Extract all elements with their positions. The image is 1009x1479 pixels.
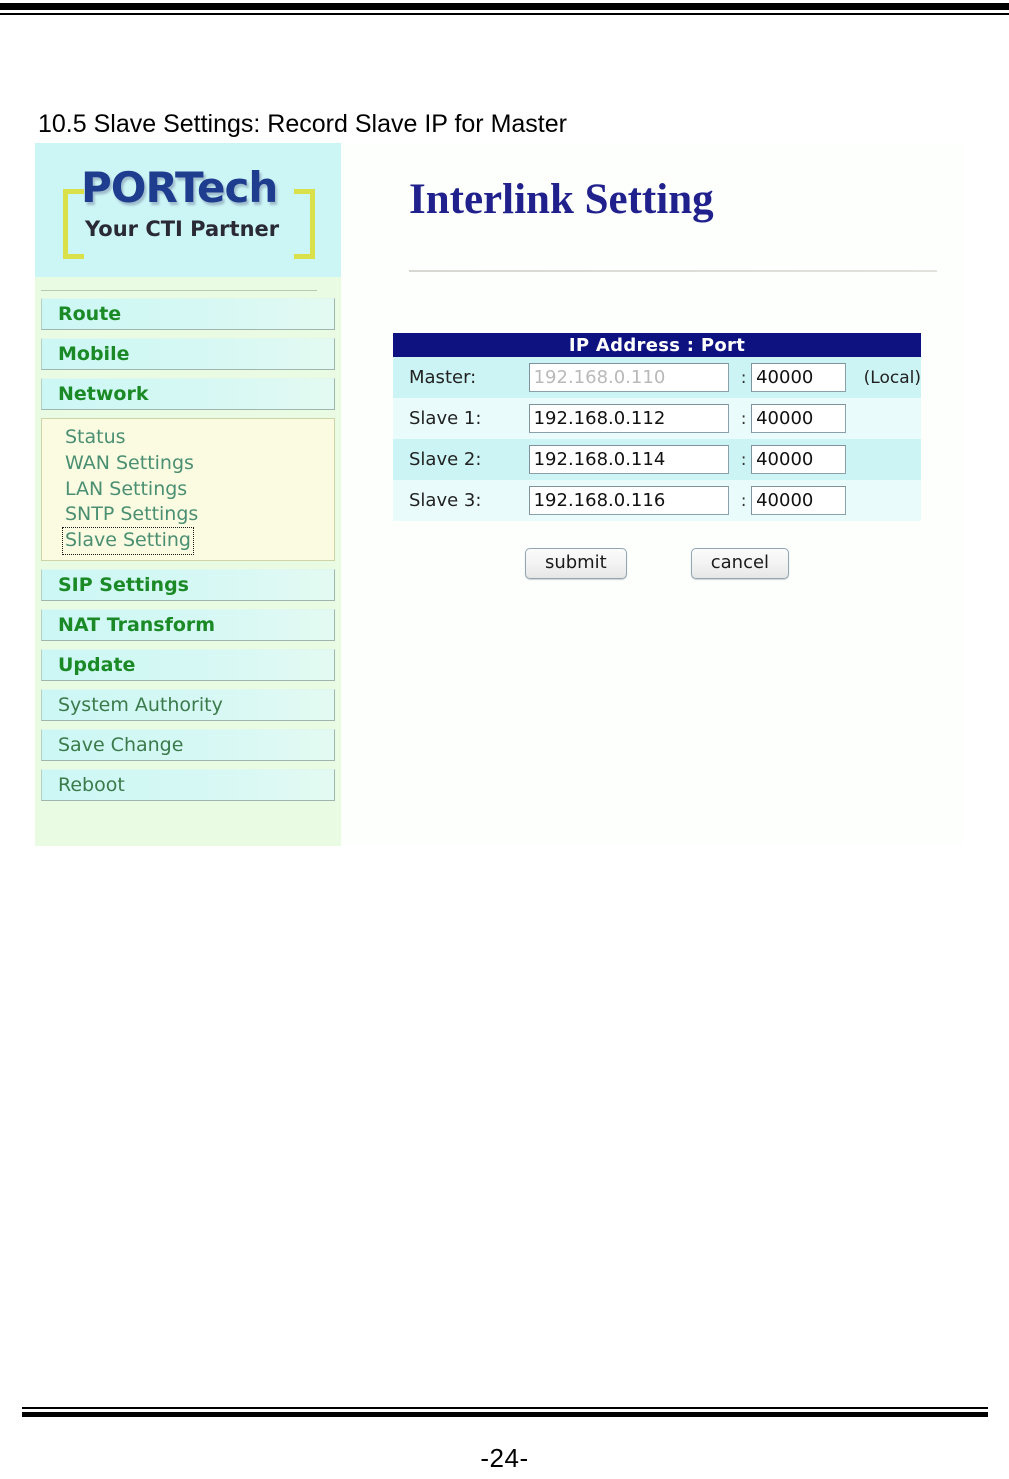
submenu-item-label: SNTP Settings bbox=[65, 503, 199, 526]
page-bottom-rule-thin bbox=[22, 1407, 988, 1409]
interlink-table: IP Address : Port Master: 192.168.0.110 … bbox=[393, 333, 921, 521]
sidebar-item-label: System Authority bbox=[58, 693, 223, 716]
slave3-port-input[interactable]: 40000 bbox=[751, 486, 847, 515]
row-note bbox=[853, 480, 921, 521]
colon-separator: : bbox=[736, 357, 752, 398]
sidebar-item-route[interactable]: Route bbox=[41, 298, 335, 330]
sidebar-menu: Route Mobile Network Status WAN Settings… bbox=[35, 298, 341, 809]
slave3-ip-input[interactable]: 192.168.0.116 bbox=[528, 486, 729, 515]
page-title: 10.5 Slave Settings: Record Slave IP for… bbox=[38, 110, 567, 138]
row-label: Slave 3: bbox=[393, 480, 529, 521]
portech-logo: PORTech Your CTI Partner bbox=[63, 163, 315, 259]
slave2-port-input[interactable]: 40000 bbox=[751, 445, 847, 474]
submenu-item-label: Status bbox=[65, 426, 126, 448]
submenu-item-status[interactable]: Status bbox=[42, 425, 334, 451]
row-label: Slave 2: bbox=[393, 439, 529, 480]
colon-separator: : bbox=[736, 398, 752, 439]
row-ip-cell: 192.168.0.110 bbox=[528, 357, 737, 398]
sidebar-item-label: SIP Settings bbox=[58, 573, 189, 596]
row-port-cell: 40000 bbox=[751, 398, 854, 439]
sidebar-item-save-change[interactable]: Save Change bbox=[41, 728, 335, 761]
master-ip-input[interactable]: 192.168.0.110 bbox=[528, 363, 729, 392]
slave2-ip-input[interactable]: 192.168.0.114 bbox=[528, 445, 729, 474]
master-port-input[interactable]: 40000 bbox=[751, 363, 847, 392]
table-header-cell: IP Address : Port bbox=[393, 333, 921, 357]
row-ip-cell: 192.168.0.116 bbox=[528, 480, 737, 521]
submenu-item-sntp-settings[interactable]: SNTP Settings bbox=[42, 502, 334, 528]
row-note bbox=[853, 398, 921, 439]
sidebar-item-label: Reboot bbox=[58, 773, 125, 796]
table-row: Slave 3: 192.168.0.116 : 40000 bbox=[393, 480, 921, 521]
page-top-rule-thick bbox=[0, 3, 1009, 10]
submenu-item-slave-setting[interactable]: Slave Setting bbox=[42, 527, 334, 555]
row-note bbox=[853, 439, 921, 480]
row-label: Slave 1: bbox=[393, 398, 529, 439]
page-number: -24- bbox=[480, 1443, 529, 1473]
submenu-item-wan-settings[interactable]: WAN Settings bbox=[42, 451, 334, 477]
page-top-rule-thin bbox=[0, 13, 1009, 15]
table-header-row: IP Address : Port bbox=[393, 333, 921, 357]
sidebar-item-label: Update bbox=[58, 653, 136, 676]
row-label: Master: bbox=[393, 357, 529, 398]
row-ip-cell: 192.168.0.114 bbox=[528, 439, 737, 480]
sidebar-item-label: Save Change bbox=[58, 733, 184, 756]
bracket-right-icon bbox=[294, 189, 315, 259]
sidebar-item-sip-settings[interactable]: SIP Settings bbox=[41, 568, 335, 601]
row-ip-cell: 192.168.0.112 bbox=[528, 398, 737, 439]
menu-divider bbox=[41, 290, 317, 291]
sidebar-item-label: Mobile bbox=[58, 343, 130, 365]
sidebar-item-label: Route bbox=[58, 303, 122, 325]
row-note: (Local) bbox=[853, 357, 921, 398]
main-content: Interlink Setting IP Address : Port Mast… bbox=[341, 143, 963, 846]
logo-header: PORTech Your CTI Partner bbox=[35, 143, 341, 277]
submenu-item-label: LAN Settings bbox=[65, 477, 188, 500]
row-port-cell: 40000 bbox=[751, 439, 854, 480]
cancel-button[interactable]: cancel bbox=[690, 548, 790, 579]
logo-wordmark: PORTech bbox=[81, 163, 278, 212]
sidebar-item-label: NAT Transform bbox=[58, 613, 216, 636]
table-row: Slave 1: 192.168.0.112 : 40000 bbox=[393, 398, 921, 439]
slave1-ip-input[interactable]: 192.168.0.112 bbox=[528, 404, 729, 433]
slave1-port-input[interactable]: 40000 bbox=[751, 404, 847, 433]
sidebar-item-label: Network bbox=[58, 383, 149, 405]
logo-tagline: Your CTI Partner bbox=[85, 217, 280, 241]
router-web-ui-screenshot: PORTech Your CTI Partner Route Mobile Ne… bbox=[35, 143, 963, 846]
sidebar: PORTech Your CTI Partner Route Mobile Ne… bbox=[35, 143, 341, 846]
sidebar-item-mobile[interactable]: Mobile bbox=[41, 338, 335, 370]
sidebar-item-system-authority[interactable]: System Authority bbox=[41, 688, 335, 721]
row-port-cell: 40000 bbox=[751, 480, 854, 521]
submenu-item-label: WAN Settings bbox=[65, 451, 194, 474]
sidebar-item-nat-transform[interactable]: NAT Transform bbox=[41, 608, 335, 641]
content-heading: Interlink Setting bbox=[409, 176, 714, 223]
table-row: Slave 2: 192.168.0.114 : 40000 bbox=[393, 439, 921, 480]
sidebar-item-update[interactable]: Update bbox=[41, 648, 335, 681]
submenu-item-label: Slave Setting bbox=[62, 527, 194, 555]
submenu-item-lan-settings[interactable]: LAN Settings bbox=[42, 477, 334, 503]
row-port-cell: 40000 bbox=[751, 357, 854, 398]
submit-button[interactable]: submit bbox=[524, 548, 627, 579]
page-bottom-rule-thick bbox=[22, 1412, 988, 1417]
colon-separator: : bbox=[736, 439, 752, 480]
heading-divider bbox=[409, 270, 937, 272]
table-row: Master: 192.168.0.110 : 40000 (Local) bbox=[393, 357, 921, 398]
colon-separator: : bbox=[736, 480, 752, 521]
network-submenu: Status WAN Settings LAN Settings SNTP Se… bbox=[41, 418, 335, 561]
sidebar-item-reboot[interactable]: Reboot bbox=[41, 768, 335, 801]
form-actions: submit cancel bbox=[393, 548, 921, 579]
sidebar-item-network[interactable]: Network bbox=[41, 378, 335, 410]
